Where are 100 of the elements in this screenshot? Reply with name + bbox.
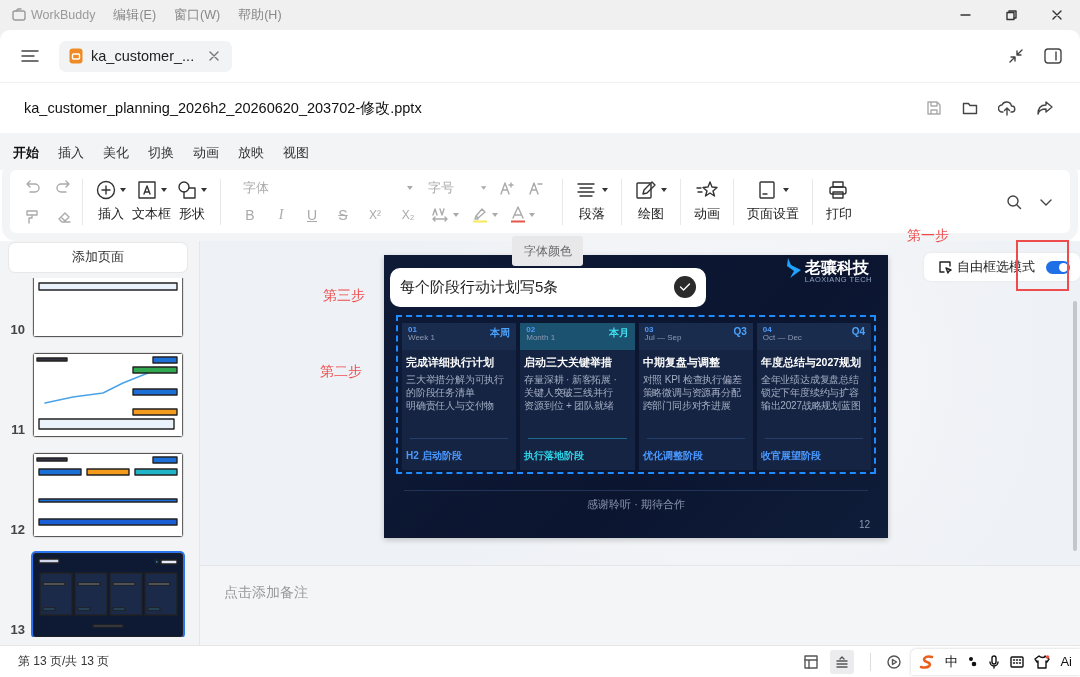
card-tag: Q4: [851, 326, 865, 347]
card-tag: 本月: [608, 326, 629, 347]
search-icon[interactable]: [1006, 193, 1022, 210]
page-info: 第 13 页/共 13 页: [18, 653, 110, 670]
logo-mark-icon: [784, 257, 803, 279]
ime-mode[interactable]: 中: [945, 652, 959, 671]
punctuation-icon[interactable]: [968, 655, 979, 668]
scrollbar[interactable]: [1073, 301, 1077, 551]
close-icon: [1051, 9, 1063, 21]
toolbar-button[interactable]: 段落: [573, 180, 611, 223]
keyboard-icon[interactable]: [1010, 655, 1025, 668]
font-field[interactable]: 字体: [241, 180, 408, 196]
play-icon[interactable]: [887, 654, 902, 669]
caret-icon: [783, 188, 789, 192]
caret-icon: [160, 188, 167, 192]
card-text: 存量深耕 · 新客拓展 ·: [524, 373, 618, 386]
caret-icon: [453, 212, 459, 217]
tooltip: 字体颜色: [512, 236, 583, 266]
card-title: 年度总结与2027规划: [760, 356, 863, 370]
card-text: 资源到位 + 团队就绪: [524, 399, 615, 412]
toolbar-button[interactable]: 插入: [93, 180, 129, 223]
ai-button[interactable]: Ai: [1060, 654, 1072, 669]
step-annotation: 第一步: [907, 227, 949, 245]
card-title: 中期复盘与调整: [642, 356, 721, 370]
notes-view-icon: [835, 654, 850, 669]
slide-thumbnail[interactable]: [33, 353, 183, 437]
menu-icon[interactable]: [21, 49, 39, 63]
ribbon-tab[interactable]: 视图: [283, 133, 309, 170]
card-tag: 本周: [490, 326, 511, 347]
slide-number: 13: [9, 622, 25, 637]
ribbon-tab[interactable]: 美化: [103, 133, 129, 170]
font-size-field[interactable]: 字号: [426, 180, 481, 196]
card-text: 输出2027战略规划蓝图: [760, 399, 862, 412]
text-box-icon: [136, 180, 157, 200]
slide-page-number: 12: [858, 519, 870, 530]
card-text: 的阶段任务清单: [406, 386, 476, 399]
card-text: 明确责任人与交付物: [406, 399, 496, 412]
shirt-icon[interactable]: [1034, 654, 1051, 669]
card-index: 01: [408, 326, 418, 335]
document-tab[interactable]: ka_customer_...: [59, 40, 233, 72]
tab-label: ka_customer_...: [91, 48, 195, 64]
paragraph-icon: [576, 180, 598, 200]
notes-view-button[interactable]: [830, 649, 855, 674]
ribbon-tab[interactable]: 切换: [148, 133, 174, 170]
step-annotation: 第二步: [320, 363, 362, 381]
collapse-icon[interactable]: [1008, 48, 1024, 64]
card-stage: 执行落地阶段: [523, 449, 586, 463]
ribbon-tab[interactable]: 插入: [58, 133, 84, 170]
notes-field[interactable]: 点击添加备注: [224, 584, 424, 606]
restore-icon: [1005, 9, 1017, 21]
card-index: 04: [762, 326, 773, 335]
slide-thumbnail[interactable]: [33, 453, 183, 537]
card-text: 关键人突破三线并行: [524, 386, 614, 399]
layout-icon[interactable]: [804, 654, 819, 669]
card-text: 对照 KPI 检查执行偏差: [642, 373, 743, 386]
font-color-icon[interactable]: [511, 206, 525, 223]
add-page-button[interactable]: 添加页面: [9, 243, 187, 272]
draw-icon: [635, 180, 657, 200]
card-period: Week 1: [408, 334, 435, 343]
close-icon[interactable]: [208, 50, 221, 62]
folder-icon[interactable]: [962, 100, 978, 116]
card-text: 三大举措分解为可执行: [406, 373, 505, 386]
ribbon-tab[interactable]: 放映: [238, 133, 264, 170]
slide-number: 11: [10, 422, 25, 437]
step-annotation: 第三步: [323, 287, 365, 305]
select-frame-icon: [938, 260, 952, 274]
ime-logo-icon[interactable]: [919, 653, 936, 670]
slide-thumbnail[interactable]: [33, 278, 183, 337]
toolbar-button[interactable]: 页面设置: [744, 180, 802, 223]
caret-icon: [480, 186, 486, 190]
slide-thumbnail[interactable]: [33, 553, 183, 637]
sidebar-icon[interactable]: [1044, 48, 1062, 64]
shapes-icon: [177, 180, 197, 200]
caret-icon: [602, 188, 608, 192]
star-icon: [696, 180, 718, 200]
file-title: ka_customer_planning_2026h2_20260620_203702-修改.pptx: [24, 98, 422, 118]
slide-number: 10: [9, 322, 25, 337]
slide-footer: 感谢聆听 · 期待合作: [396, 497, 876, 512]
caret-icon: [529, 212, 535, 217]
toolbar-button[interactable]: 动画: [691, 180, 723, 223]
toolbar-button[interactable]: 绘图: [632, 180, 670, 223]
prompt-field[interactable]: 每个阶段行动计划写5条: [390, 268, 706, 307]
toggle-switch[interactable]: [1046, 260, 1070, 274]
toolbar-button[interactable]: 形状: [174, 180, 210, 223]
caret-icon: [492, 212, 498, 217]
share-icon[interactable]: [1036, 100, 1054, 116]
card-title: 完成详细执行计划: [406, 356, 495, 370]
ribbon-tab[interactable]: 动画: [193, 133, 219, 170]
toolbar-button[interactable]: 打印: [823, 180, 855, 223]
card-period: Oct — Dec: [762, 334, 802, 343]
toolbar-button[interactable]: 文本框: [129, 180, 174, 223]
logo-name: 老骧科技: [804, 258, 869, 276]
card-period: Jul — Sep: [644, 334, 682, 343]
confirm-check-icon[interactable]: [674, 276, 696, 298]
upload-icon[interactable]: [998, 100, 1016, 116]
printer-icon: [828, 180, 850, 200]
microphone-icon[interactable]: [988, 654, 1001, 669]
card-index: 02: [526, 326, 537, 335]
card-period: Month 1: [526, 334, 556, 343]
card-text: 跨部门同步对齐进展: [642, 399, 732, 412]
